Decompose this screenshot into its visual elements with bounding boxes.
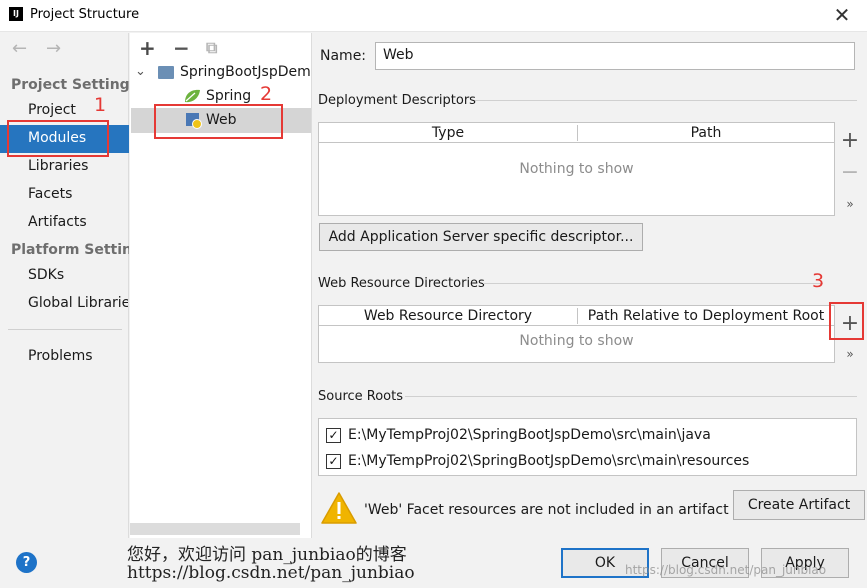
remove-module-icon[interactable]: − xyxy=(173,36,190,60)
nav-item-project[interactable]: Project xyxy=(28,102,76,118)
tree-item-spring[interactable]: Spring xyxy=(206,88,251,104)
name-label: Name: xyxy=(320,48,367,64)
column-header-type[interactable]: Type xyxy=(319,123,577,143)
source-root-path: E:\MyTempProj02\SpringBootJspDemo\src\ma… xyxy=(348,453,750,469)
project-settings-heading: Project Settings xyxy=(11,77,139,93)
column-header-path-relative[interactable]: Path Relative to Deployment Root xyxy=(578,306,834,326)
watermark-overlay: https://blog.csdn.net/pan_junbiao xyxy=(625,563,827,577)
nav-item-problems[interactable]: Problems xyxy=(28,348,93,364)
name-input[interactable]: Web xyxy=(375,42,855,70)
column-header-web-resource-directory[interactable]: Web Resource Directory xyxy=(319,306,577,326)
deployment-descriptors-table: Type Path Nothing to show xyxy=(318,122,835,216)
module-folder-icon xyxy=(158,66,174,79)
watermark-url: https://blog.csdn.net/pan_junbiao xyxy=(127,563,415,583)
nav-divider xyxy=(8,329,122,330)
nav-item-artifacts[interactable]: Artifacts xyxy=(28,214,87,230)
create-artifact-button[interactable]: Create Artifact xyxy=(733,490,865,520)
web-resource-directories-heading: Web Resource Directories xyxy=(318,276,485,291)
remove-descriptor-icon[interactable]: − xyxy=(838,160,862,185)
intellij-app-icon: IJ xyxy=(9,7,23,21)
annotation-number-1: 1 xyxy=(94,94,107,116)
nav-item-facets[interactable]: Facets xyxy=(28,186,72,202)
warning-message: 'Web' Facet resources are not included i… xyxy=(364,502,729,518)
annotation-box-3 xyxy=(829,302,864,340)
source-root-checkbox[interactable]: ✓ xyxy=(326,428,341,443)
tree-root-module[interactable]: SpringBootJspDemo xyxy=(180,64,310,80)
source-root-path: E:\MyTempProj02\SpringBootJspDemo\src\ma… xyxy=(348,427,711,443)
section-divider xyxy=(483,283,823,284)
spring-leaf-icon xyxy=(183,88,201,104)
name-input-value: Web xyxy=(383,47,414,63)
nav-item-global-libraries[interactable]: Global Libraries xyxy=(28,295,128,311)
warning-icon xyxy=(320,491,358,525)
empty-table-message: Nothing to show xyxy=(519,161,634,177)
add-descriptor-icon[interactable]: + xyxy=(838,128,862,153)
annotation-box-2 xyxy=(154,104,283,139)
section-divider xyxy=(405,396,857,397)
column-header-path[interactable]: Path xyxy=(578,123,834,143)
forward-arrow-icon[interactable]: → xyxy=(46,38,61,59)
add-server-descriptor-button[interactable]: Add Application Server specific descript… xyxy=(319,223,643,251)
help-icon[interactable]: ? xyxy=(16,552,37,573)
empty-table-message: Nothing to show xyxy=(519,333,634,349)
window-title: Project Structure xyxy=(30,7,140,22)
nav-item-libraries[interactable]: Libraries xyxy=(28,158,88,174)
annotation-box-1 xyxy=(7,120,109,157)
back-arrow-icon[interactable]: ← xyxy=(12,38,27,59)
section-divider xyxy=(475,100,857,101)
close-window-button[interactable]: ✕ xyxy=(822,2,862,28)
annotation-number-3: 3 xyxy=(812,270,825,292)
tree-horizontal-scrollbar[interactable] xyxy=(130,523,300,535)
platform-settings-heading: Platform Settings xyxy=(11,242,129,258)
annotation-number-2: 2 xyxy=(260,83,273,105)
web-resource-directories-table: Web Resource Directory Path Relative to … xyxy=(318,305,835,363)
tree-expand-chevron-icon[interactable]: ⌄ xyxy=(135,64,146,79)
more-options-icon[interactable]: » xyxy=(838,347,862,361)
deployment-descriptors-heading: Deployment Descriptors xyxy=(318,93,476,108)
copy-module-icon[interactable]: ⧉ xyxy=(206,38,217,58)
more-options-icon[interactable]: » xyxy=(838,197,862,211)
source-roots-heading: Source Roots xyxy=(318,389,404,404)
add-module-icon[interactable]: + xyxy=(139,36,156,60)
nav-item-sdks[interactable]: SDKs xyxy=(28,267,64,283)
watermark-greeting: 您好，欢迎访问 pan_junbiao的博客 xyxy=(127,545,407,565)
source-root-checkbox[interactable]: ✓ xyxy=(326,454,341,469)
